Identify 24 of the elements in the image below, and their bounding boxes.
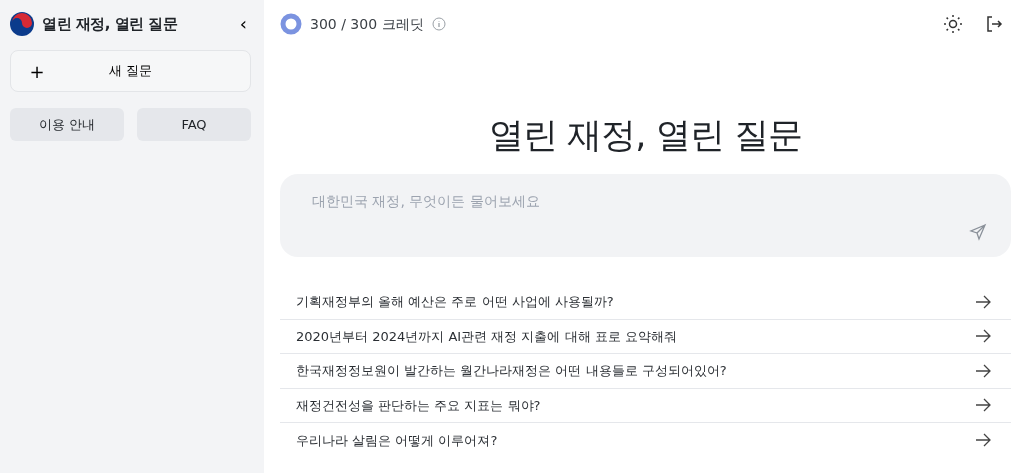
- suggestion-item[interactable]: 한국재정정보원이 발간하는 월간나라재정은 어떤 내용들로 구성되어있어?: [280, 354, 1011, 389]
- suggestion-item[interactable]: 2020년부터 2024년까지 AI관련 재정 지출에 대해 표로 요약해줘: [280, 319, 1011, 354]
- collapse-button[interactable]: ‹: [239, 15, 247, 33]
- sidebar-link[interactable]: 이용 안내: [10, 108, 124, 141]
- sun-icon[interactable]: [943, 14, 963, 34]
- arrow-right-icon: [975, 433, 991, 448]
- suggestion-item[interactable]: 우리나라 살림은 어떻게 이루어져?: [280, 423, 1011, 458]
- new-question-button[interactable]: + 새 질문: [10, 50, 251, 92]
- page-heading: 열린 재정, 열린 질문: [488, 114, 803, 156]
- progress-ring-icon: [280, 13, 302, 35]
- sidebar-link[interactable]: FAQ: [137, 108, 251, 141]
- arrow-right-icon: [975, 329, 991, 344]
- app-title: 열린 재정, 열린 질문: [42, 13, 178, 35]
- suggestion-item[interactable]: 재정건전성을 판단하는 주요 지표는 뭐야?: [280, 388, 1011, 423]
- question-box[interactable]: 대한민국 재정, 무엇이든 물어보세요: [280, 174, 1011, 257]
- credit-count: 300 / 300 크레딧: [310, 14, 424, 34]
- arrow-right-icon: [975, 398, 991, 413]
- question-field[interactable]: 대한민국 재정, 무엇이든 물어보세요: [304, 190, 987, 213]
- emblem-icon: [10, 12, 34, 36]
- send-icon[interactable]: [969, 223, 987, 241]
- suggestion-item[interactable]: 기획재정부의 올해 예산은 주로 어떤 사업에 사용될까?: [280, 285, 1011, 320]
- arrow-right-icon: [975, 363, 991, 378]
- logout-icon[interactable]: [985, 15, 1003, 33]
- arrow-right-icon: [975, 294, 991, 309]
